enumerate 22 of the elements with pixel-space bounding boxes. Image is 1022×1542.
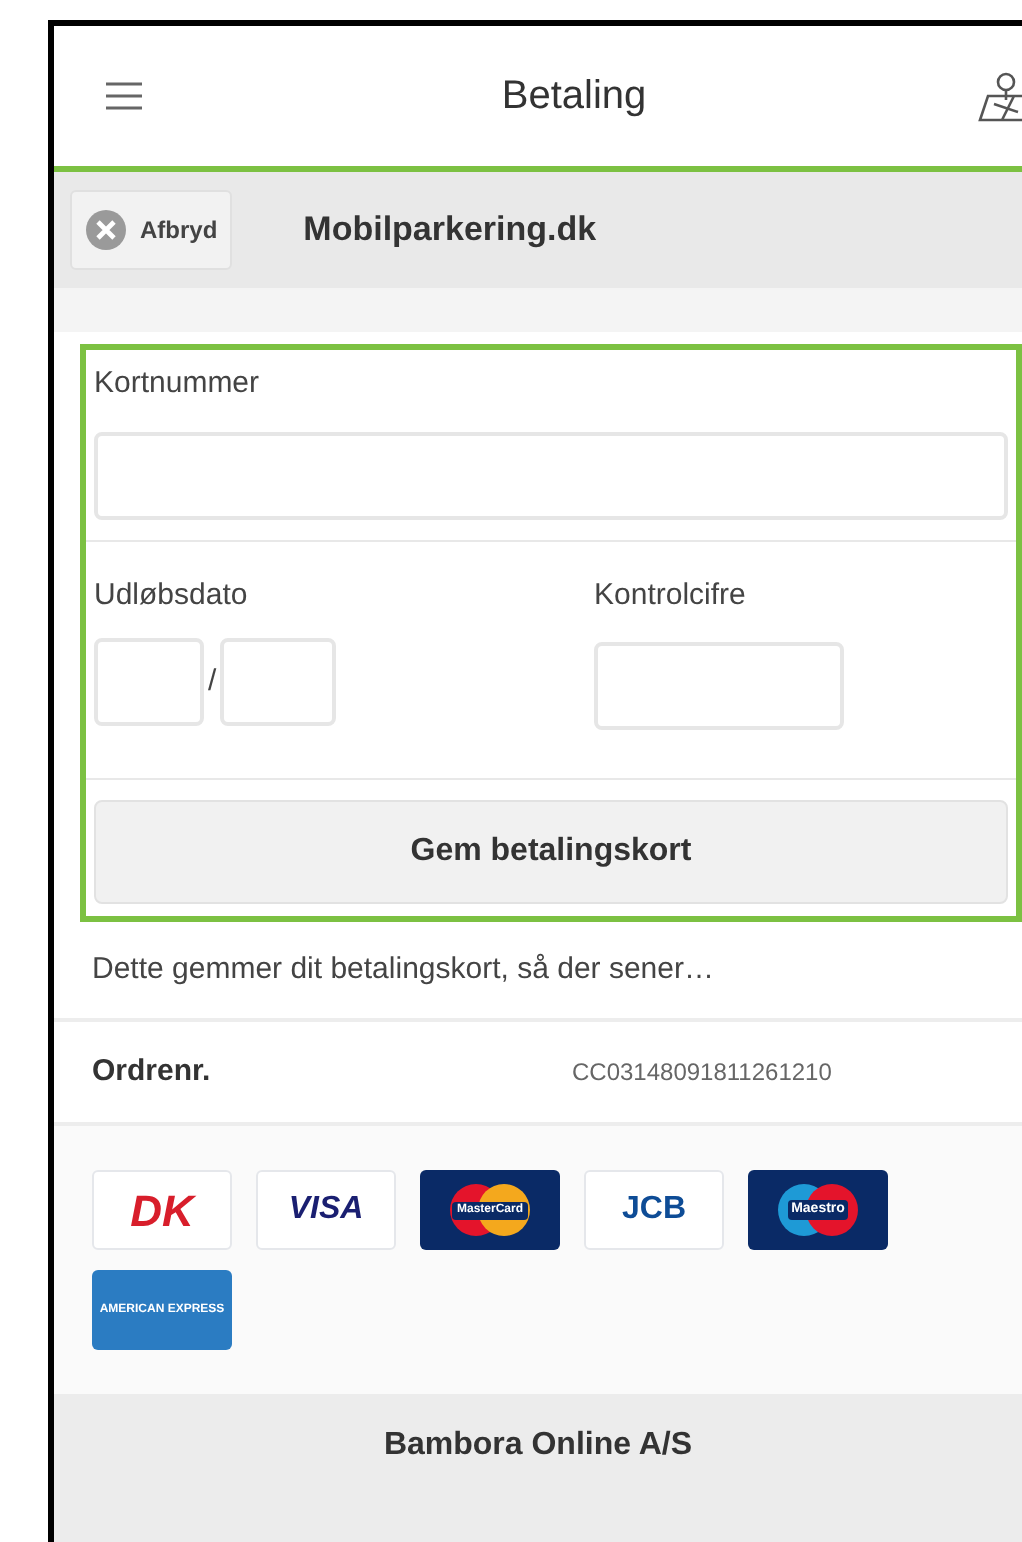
card-logo: JCB: [584, 1170, 724, 1250]
month-field[interactable]: [94, 638, 204, 726]
close-icon: [84, 208, 128, 252]
year-field[interactable]: [220, 638, 337, 726]
map-pin-icon[interactable]: [978, 68, 1022, 124]
cancel-button[interactable]: Afbryd: [70, 190, 232, 270]
field-label: Kortnummer: [94, 364, 262, 404]
footer-text: Bambora Online A/S: [383, 1426, 693, 1466]
field-label: Udløbsdato: [94, 575, 250, 615]
field-label: Kontrolcifre: [594, 575, 748, 615]
card-logo: DK: [92, 1170, 232, 1250]
merchant-name: Mobilparkering.dk: [303, 208, 597, 253]
order-label: Ordrenr.: [92, 1051, 213, 1092]
date-separator: /: [208, 661, 217, 702]
page-title: Betaling: [501, 72, 647, 122]
save-card-button[interactable]: Gem betalingskort: [94, 800, 1008, 904]
cvc-field[interactable]: [594, 642, 844, 730]
card-number-field[interactable]: [94, 431, 1008, 519]
order-number: CC03148091811261210: [572, 1056, 832, 1090]
menu-icon[interactable]: [106, 82, 142, 110]
card-logo: VISA: [256, 1170, 396, 1250]
info-text: Dette gemmer dit betalingskort, så der sener…: [92, 952, 714, 986]
